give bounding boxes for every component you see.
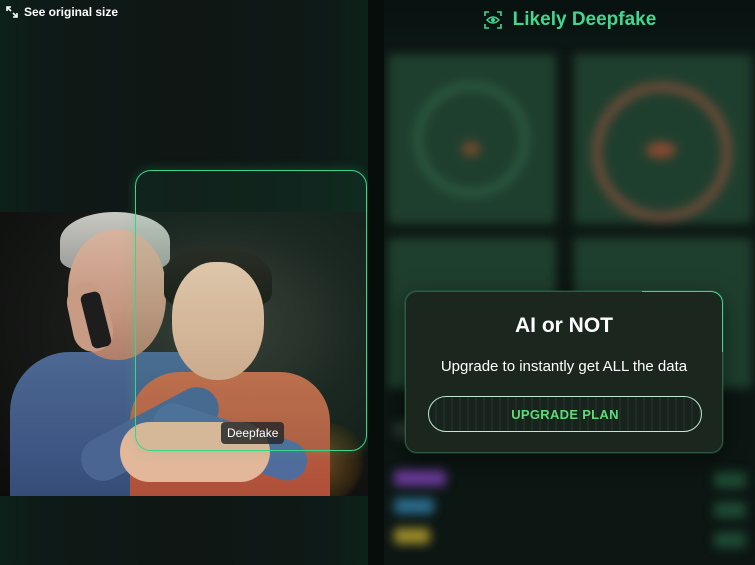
upgrade-card-subtitle: Upgrade to instantly get ALL the data — [440, 358, 688, 375]
image-panel: See original size Deepfake — [0, 0, 368, 565]
verdict-label: Likely Deepfake — [512, 9, 657, 30]
upgrade-plan-label: UPGRADE PLAN — [511, 406, 619, 422]
see-original-size-link[interactable]: See original size — [6, 5, 118, 19]
detection-label: Deepfake — [221, 422, 285, 444]
verdict-header: Likely Deepfake — [384, 0, 755, 40]
eye-scan-icon — [483, 10, 503, 30]
results-panel: Likely Deepfake AI or NOT Upgrade to ins… — [384, 0, 755, 565]
expand-icon — [6, 6, 18, 18]
face-detection-box[interactable] — [135, 170, 367, 451]
upgrade-plan-button[interactable]: UPGRADE PLAN — [428, 396, 702, 432]
see-original-size-label: See original size — [24, 5, 119, 19]
upgrade-card-title: AI or NOT — [515, 314, 613, 337]
app-root: See original size Deepfake Likely Deepfa… — [0, 0, 755, 565]
upgrade-card: AI or NOT Upgrade to instantly get ALL t… — [405, 291, 723, 453]
panel-divider — [368, 0, 384, 565]
